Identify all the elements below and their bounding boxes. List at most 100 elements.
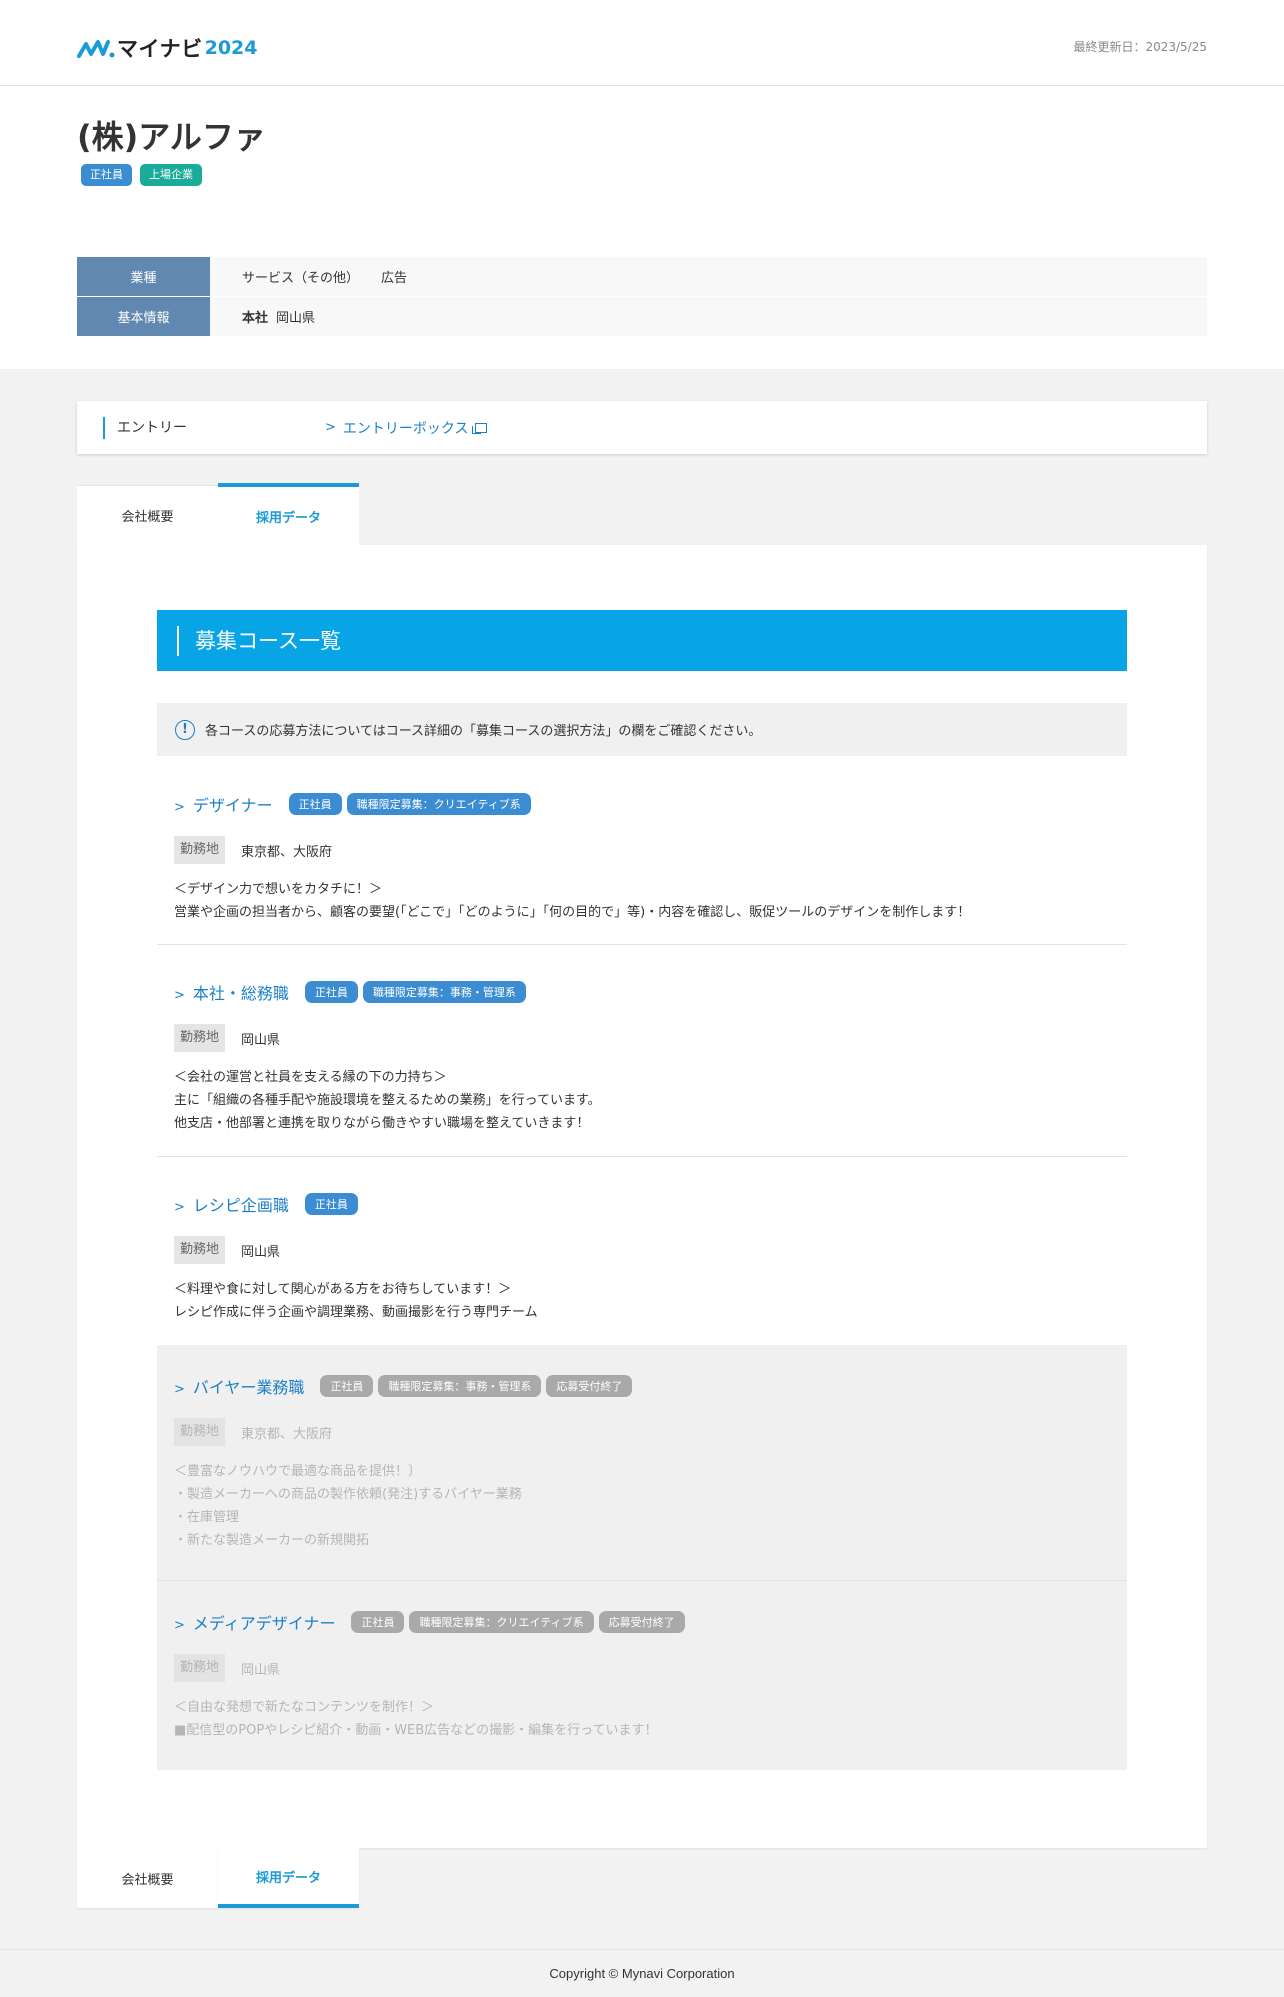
company-info-table: 業種 サービス（その他） 広告 基本情報 本社 岡山県	[77, 257, 1207, 337]
course-title-link[interactable]: > デザイナー	[174, 792, 273, 816]
course-tags: 正社員 職種限定募集：クリエイティブ系	[288, 793, 531, 815]
company-area: (株)アルファ 正社員 上場企業 業種 サービス（その他） 広告 基本情報 本社…	[0, 86, 1284, 369]
logo-text: マイナビ	[117, 37, 203, 61]
course-tags: 正社員	[304, 1193, 358, 1215]
mynavi-logo[interactable]: マイナビ 2024	[77, 34, 257, 62]
chevron-right-icon: >	[174, 1382, 185, 1397]
course-item: > レシピ企画職 正社員 勤務地 岡山県 ＜料理や食に対して関心がある方をお待ちし…	[157, 1190, 1127, 1324]
course-item: > 本社・総務職 正社員 職種限定募集：事務・管理系 勤務地 岡山県 ＜会社の運営…	[157, 978, 1127, 1135]
location-value: 岡山県	[241, 1662, 281, 1678]
desc-line: ＜会社の運営と社員を支える縁の下の力持ち＞	[174, 1070, 447, 1085]
course-title-link[interactable]: > メディアデザイナー	[174, 1610, 335, 1634]
tabs-top: 会社概要 採用データ	[77, 483, 359, 545]
course-location: 勤務地 東京都、大阪府	[174, 1418, 1127, 1446]
tab-recruitment-data[interactable]: 採用データ	[218, 1848, 359, 1908]
course-tag: 職種限定募集：クリエイティブ系	[409, 1611, 594, 1633]
info-value: 本社 岡山県	[210, 297, 1207, 337]
location-label: 勤務地	[174, 1024, 226, 1052]
course-item: > デザイナー 正社員 職種限定募集：クリエイティブ系 勤務地 東京都、大阪府 ＜…	[157, 790, 1127, 924]
company-badges: 正社員 上場企業	[81, 164, 202, 186]
info-icon: !	[175, 719, 195, 740]
site-header: マイナビ 2024 最終更新日：2023/5/25	[0, 0, 1284, 86]
location-value: 東京都、大阪府	[241, 1426, 333, 1442]
course-title-link[interactable]: > レシピ企画職	[174, 1192, 289, 1216]
footer-copyright: Copyright © Mynavi Corporation	[0, 1949, 1284, 1997]
info-value: サービス（その他） 広告	[210, 257, 1207, 297]
badge-listed: 上場企業	[140, 164, 202, 186]
course-description: ＜デザイン力で想いをカタチに！＞ 営業や企画の担当者から、顧客の要望(「どこで」…	[174, 878, 1127, 924]
course-description: ＜料理や食に対して関心がある方をお待ちしています！＞ レシピ作成に伴う企画や調理…	[174, 1278, 1127, 1324]
desc-line: ・製造メーカーへの商品の製作依頼(発注)するバイヤー業務	[174, 1487, 522, 1502]
entry-box-link[interactable]: > エントリーボックス	[325, 418, 487, 438]
course-description: ＜自由な発想で新たなコンテンツを制作！＞ ■配信型のPOPやレシピ紹介・動画・W…	[174, 1696, 1127, 1742]
company-name: (株)アルファ	[77, 118, 266, 156]
chevron-right-icon: >	[174, 800, 185, 815]
course-tag-closed: 応募受付終了	[598, 1611, 685, 1633]
course-title: デザイナー	[192, 796, 273, 815]
course-tags: 正社員 職種限定募集：事務・管理系 応募受付終了	[320, 1375, 633, 1397]
course-tags: 正社員 職種限定募集：クリエイティブ系 応募受付終了	[351, 1611, 685, 1633]
entry-label: エントリー	[103, 416, 325, 439]
course-location: 勤務地 東京都、大阪府	[174, 836, 1127, 864]
course-head: > バイヤー業務職 正社員 職種限定募集：事務・管理系 応募受付終了	[174, 1372, 1127, 1400]
desc-line: ＜豊富なノウハウで最適な商品を提供！〕	[174, 1464, 422, 1479]
info-row-industry: 業種 サービス（その他） 広告	[77, 257, 1207, 297]
desc-line: ＜自由な発想で新たなコンテンツを制作！＞	[174, 1700, 435, 1715]
industry-2: 広告	[381, 271, 408, 286]
badge-employment: 正社員	[81, 164, 132, 186]
course-description: ＜豊富なノウハウで最適な商品を提供！〕 ・製造メーカーへの商品の製作依頼(発注)…	[174, 1460, 1127, 1552]
chevron-right-icon: >	[174, 1200, 185, 1215]
tab-company-overview[interactable]: 会社概要	[77, 485, 218, 545]
course-tag: 職種限定募集：クリエイティブ系	[346, 793, 531, 815]
notice-box: ! 各コースの応募方法についてはコース詳細の「募集コースの選択方法」の欄をご確認…	[157, 703, 1127, 756]
course-head: > 本社・総務職 正社員 職種限定募集：事務・管理系	[174, 978, 1127, 1006]
course-location: 勤務地 岡山県	[174, 1654, 1127, 1682]
external-window-icon	[471, 422, 487, 434]
mynavi-logo-icon	[77, 40, 115, 58]
course-tag: 正社員	[304, 1193, 358, 1215]
logo-year: 2024	[204, 37, 258, 59]
tab-recruitment-data[interactable]: 採用データ	[218, 483, 359, 545]
course-title: メディアデザイナー	[192, 1614, 336, 1633]
course-title-link[interactable]: > バイヤー業務職	[174, 1374, 304, 1398]
hq-label: 本社	[242, 311, 269, 326]
course-head: > デザイナー 正社員 職種限定募集：クリエイティブ系	[174, 790, 1127, 818]
desc-line: ・新たな製造メーカーの新規開拓	[174, 1533, 370, 1548]
desc-line: 営業や企画の担当者から、顧客の要望(「どこで」「どのように」「何の目的で」等)・…	[174, 905, 971, 920]
location-value: 東京都、大阪府	[241, 844, 333, 860]
course-tag: 職種限定募集：事務・管理系	[378, 1375, 542, 1397]
course-tag: 正社員	[351, 1611, 405, 1633]
desc-line: 他支店・他部署と連携を取りながら働きやすい職場を整えていきます！	[174, 1116, 590, 1131]
chevron-right-icon: >	[325, 420, 336, 435]
course-title: レシピ企画職	[192, 1196, 289, 1215]
course-item-closed: > バイヤー業務職 正社員 職種限定募集：事務・管理系 応募受付終了 勤務地 東京…	[157, 1345, 1127, 1580]
desc-line: ＜料理や食に対して関心がある方をお待ちしています！＞	[174, 1282, 512, 1297]
location-label: 勤務地	[174, 1418, 226, 1446]
course-title: バイヤー業務職	[192, 1378, 305, 1397]
course-tags: 正社員 職種限定募集：事務・管理系	[304, 981, 526, 1003]
course-location: 勤務地 岡山県	[174, 1024, 1127, 1052]
desc-line: ＜デザイン力で想いをカタチに！＞	[174, 882, 383, 897]
section-title-text: 募集コース一覧	[177, 625, 341, 656]
entry-box-label: エントリーボックス	[342, 420, 469, 437]
tab-company-overview[interactable]: 会社概要	[77, 1848, 218, 1908]
divider	[157, 1156, 1127, 1157]
course-title-link[interactable]: > 本社・総務職	[174, 980, 289, 1004]
location-value: 岡山県	[241, 1032, 281, 1048]
location-label: 勤務地	[174, 836, 226, 864]
course-tag-closed: 応募受付終了	[546, 1375, 633, 1397]
hq-value: 岡山県	[276, 311, 316, 326]
divider	[157, 944, 1127, 945]
info-label: 業種	[77, 257, 210, 297]
info-label: 基本情報	[77, 297, 210, 337]
desc-line: レシピ作成に伴う企画や調理業務、動画撮影を行う専門チーム	[174, 1305, 538, 1320]
section-title: 募集コース一覧	[157, 610, 1127, 671]
tabs-bottom: 会社概要 採用データ	[77, 1848, 359, 1908]
course-head: > メディアデザイナー 正社員 職種限定募集：クリエイティブ系 応募受付終了	[174, 1608, 1127, 1636]
course-item-closed: > メディアデザイナー 正社員 職種限定募集：クリエイティブ系 応募受付終了 勤務…	[157, 1581, 1127, 1770]
desc-line: ・在庫管理	[174, 1510, 240, 1525]
chevron-right-icon: >	[174, 988, 185, 1003]
main-content: 募集コース一覧 ! 各コースの応募方法についてはコース詳細の「募集コースの選択方…	[77, 545, 1207, 1848]
industry-1: サービス（その他）	[242, 271, 360, 286]
desc-line: ■配信型のPOPやレシピ紹介・動画・WEB広告などの撮影・編集を行っています！	[174, 1723, 658, 1738]
